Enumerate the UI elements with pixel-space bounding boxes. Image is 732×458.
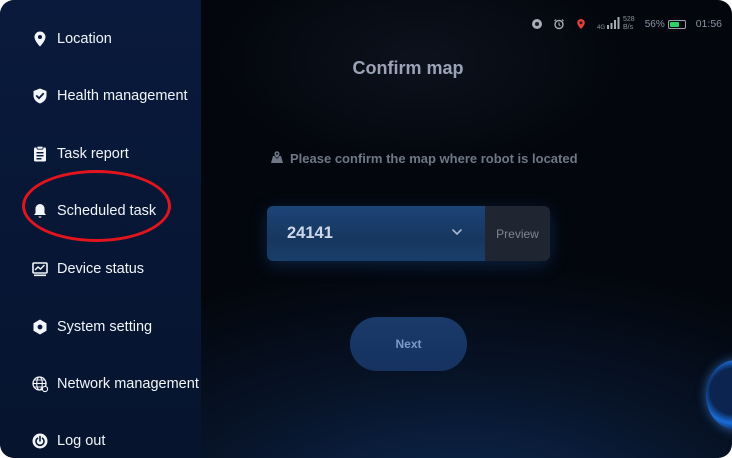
sidebar-item-device-status[interactable]: Device status bbox=[0, 247, 201, 291]
map-confirm-prompt: Please confirm the map where robot is lo… bbox=[270, 150, 578, 167]
page-title: Confirm map bbox=[352, 58, 464, 78]
signal-bars-icon bbox=[607, 17, 621, 32]
sidebar-item-label: Task report bbox=[57, 146, 129, 162]
sidebar-item-label: Health management bbox=[57, 88, 188, 104]
prompt-text: Please confirm the map where robot is lo… bbox=[290, 151, 578, 166]
sidebar-item-label: Log out bbox=[57, 433, 106, 449]
settings-hexagon-icon bbox=[31, 318, 49, 336]
chevron-down-icon bbox=[451, 224, 463, 243]
alarm-clock-icon bbox=[553, 18, 565, 30]
floating-assistant-button[interactable] bbox=[706, 360, 732, 430]
clock-time: 01:56 bbox=[695, 18, 722, 30]
shield-check-icon bbox=[31, 87, 49, 105]
battery-indicator: 56% bbox=[645, 19, 686, 30]
sidebar-item-network-management[interactable]: Network management bbox=[0, 362, 201, 406]
location-pin-icon bbox=[31, 30, 49, 48]
sidebar-item-log-out[interactable]: Log out bbox=[0, 419, 201, 458]
map-dropdown-value: 24141 bbox=[287, 224, 333, 242]
next-button[interactable]: Next bbox=[350, 317, 467, 371]
clipboard-icon bbox=[31, 145, 49, 163]
map-selector: 24141 Preview bbox=[267, 206, 550, 261]
battery-percent: 56% bbox=[644, 18, 665, 30]
status-bar: 4G 528 B/s 56% 01:56 bbox=[531, 14, 722, 34]
sidebar-item-system-setting[interactable]: System setting bbox=[0, 305, 201, 349]
sidebar-item-label: Location bbox=[57, 31, 112, 47]
net-speed: 528 B/s bbox=[623, 16, 635, 32]
globe-icon bbox=[31, 375, 49, 393]
map-dropdown[interactable]: 24141 bbox=[267, 206, 485, 261]
preview-button[interactable]: Preview bbox=[485, 206, 550, 261]
chart-monitor-icon bbox=[31, 260, 49, 278]
signal-indicator: 4G 528 B/s bbox=[597, 16, 635, 32]
sidebar-item-label: System setting bbox=[57, 319, 153, 335]
signal-label: 4G bbox=[597, 25, 606, 31]
net-speed-unit: B/s bbox=[623, 24, 634, 31]
power-icon bbox=[31, 432, 49, 450]
sidebar-item-location[interactable]: Location bbox=[0, 17, 201, 61]
location-marker-icon bbox=[575, 18, 587, 30]
battery-icon bbox=[667, 19, 686, 29]
sidebar-item-label: Network management bbox=[57, 376, 199, 392]
net-speed-value: 528 bbox=[623, 16, 635, 23]
sidebar-item-health-management[interactable]: Health management bbox=[0, 74, 201, 118]
robot-app-screen: Location Health management Task report S… bbox=[0, 0, 732, 458]
sidebar-item-label: Device status bbox=[57, 261, 145, 277]
app-notification-icon bbox=[531, 18, 543, 30]
annotation-highlight-ellipse bbox=[22, 170, 171, 242]
battery-fill bbox=[669, 21, 679, 27]
map-pin-icon bbox=[270, 150, 284, 167]
